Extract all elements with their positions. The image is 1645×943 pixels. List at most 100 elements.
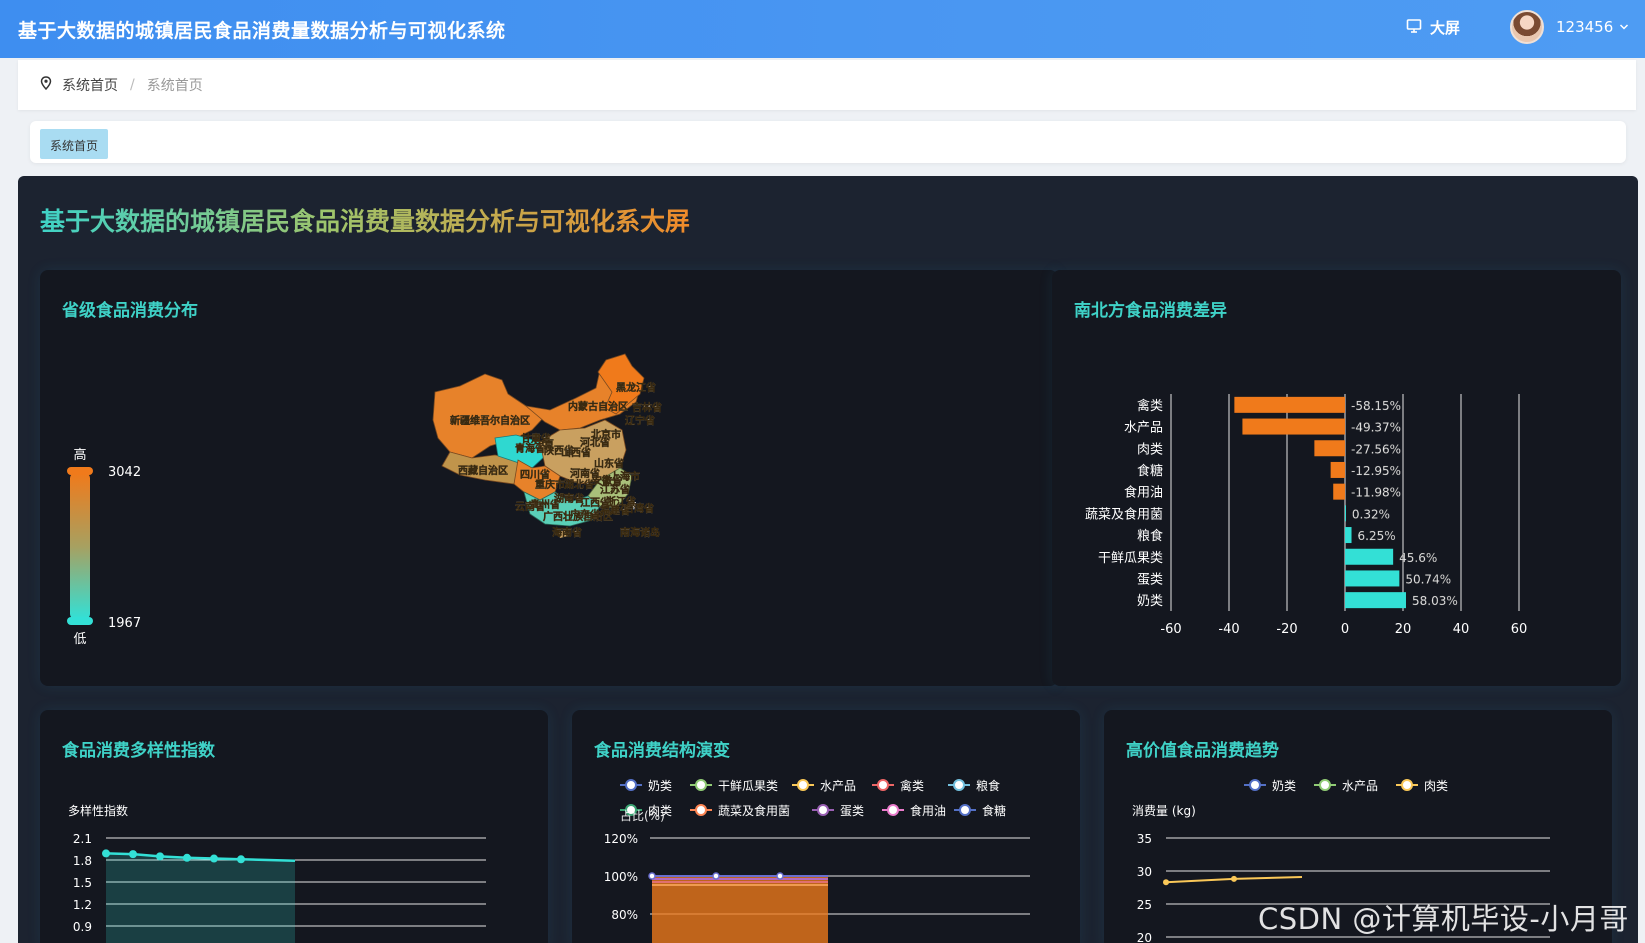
area-fill <box>106 853 295 943</box>
x-tick-label: -60 <box>1160 622 1181 637</box>
y-tick-label: 1.2 <box>73 898 92 912</box>
legend-label: 奶类 <box>648 779 672 793</box>
legend-marker <box>877 779 889 791</box>
app-title: 基于大数据的城镇居民食品消费量数据分析与可视化系统 <box>18 20 506 42</box>
x-tick-label: -20 <box>1276 622 1297 637</box>
structure-chart[interactable]: 奶类 干鲜瓜果类 水产品 禽类 粮食肉类 蔬菜及食用菌 蛋类 食用油 食糖占比(%)120%10… <box>572 710 1080 943</box>
diversity-panel: 食品消费多样性指数 多样性指数 2.1 1.8 1.5 1.2 0.9 <box>40 710 548 943</box>
legend-marker <box>625 779 637 791</box>
tab-home[interactable]: 系统首页 <box>40 129 109 159</box>
bigscreen-button[interactable]: 大屏 <box>1406 17 1460 38</box>
bigscreen-label: 大屏 <box>1430 19 1461 37</box>
north-south-panel: 南北方食品消费差异 -60 -40 -20 0 20 40 60 禽类 -58.15% 水产品 -4… <box>1052 270 1621 686</box>
data-point <box>237 855 245 864</box>
map-label: 吉林省 <box>632 401 662 414</box>
visual-map-handle-top[interactable] <box>67 467 93 475</box>
data-point <box>776 872 784 880</box>
data-point <box>1163 879 1169 886</box>
data-label: -58.15% <box>1351 399 1401 413</box>
y-tick-label: 20 <box>1137 931 1152 943</box>
breadcrumb: 系统首页 / 系统首页 <box>18 60 1636 110</box>
y-tick-label: 35 <box>1137 832 1152 846</box>
map-label: 云南省 <box>515 500 545 513</box>
legend-label: 禽类 <box>900 778 924 793</box>
breadcrumb-separator: / <box>130 77 135 93</box>
legend-marker <box>817 804 829 816</box>
bar <box>1330 461 1345 478</box>
bar <box>1345 592 1406 609</box>
monitor-icon <box>1406 18 1422 38</box>
bar <box>1345 505 1346 522</box>
data-point <box>648 872 656 880</box>
bar <box>1345 570 1400 587</box>
legend-label: 水产品 <box>1342 779 1378 793</box>
area-fill <box>652 876 828 943</box>
legend-marker <box>959 804 971 816</box>
map-label: 重庆市 <box>535 478 565 491</box>
legend-label: 蛋类 <box>840 804 864 818</box>
breadcrumb-home[interactable]: 系统首页 <box>62 75 118 95</box>
chevron-down-icon <box>1619 18 1629 36</box>
y-tick-label: 粮食 <box>1137 528 1163 544</box>
data-label: -27.56% <box>1351 442 1401 456</box>
legend-label: 粮食 <box>976 778 1000 793</box>
map-label: 广东省 <box>570 508 600 521</box>
visual-map-bar[interactable] <box>70 473 90 619</box>
legend-marker <box>695 804 707 816</box>
legend-marker <box>1249 779 1261 791</box>
diversity-chart[interactable]: 多样性指数 2.1 1.8 1.5 1.2 0.9 <box>40 710 548 943</box>
breadcrumb-current: 系统首页 <box>146 78 203 94</box>
map-label: 北京市 <box>591 428 621 441</box>
north-south-chart[interactable]: -60 -40 -20 0 20 40 60 禽类 -58.15% 水产品 -49.37% 肉类 -27… <box>1052 270 1621 686</box>
bar <box>1333 483 1345 500</box>
y-tick-label: 奶类 <box>1137 594 1163 609</box>
map-label: 辽宁省 <box>625 414 655 427</box>
legend-marker <box>797 779 809 791</box>
map-label: 西藏自治区 <box>458 464 508 477</box>
y-tick-label: 食糖 <box>1137 463 1163 479</box>
data-point <box>102 849 110 858</box>
y-tick-label: 蔬菜及食用菌 <box>1085 506 1163 522</box>
y-axis-title: 占比(%) <box>620 808 665 823</box>
username: 123456 <box>1556 18 1614 36</box>
dashboard-screen: 基于大数据的城镇居民食品消费量数据分析与可视化系大屏 省级食品消费分布 高 30… <box>18 176 1638 943</box>
y-tick-label: 食用油 <box>1124 485 1163 501</box>
x-tick-label: -40 <box>1218 622 1239 637</box>
map-panel: 省级食品消费分布 高 3042 1967 低 黑龙江省 吉林省 辽宁省 内蒙古自… <box>40 270 1058 686</box>
bar <box>1242 418 1345 435</box>
visual-map-handle-bottom[interactable] <box>67 617 93 625</box>
legend-label: 蔬菜及食用菌 <box>718 803 790 818</box>
legend-label: 食用油 <box>910 803 946 818</box>
legend-label: 干鲜瓜果类 <box>718 779 778 793</box>
y-tick-label: 蛋类 <box>1137 572 1163 587</box>
map-label: 黑龙江省 <box>616 381 656 394</box>
legend-marker <box>953 779 965 791</box>
user-menu[interactable]: 123456 <box>1556 18 1629 36</box>
legend-max: 3042 <box>108 465 141 480</box>
legend-label: 水产品 <box>820 779 856 793</box>
data-point <box>712 872 720 880</box>
map-label: 台湾省 <box>624 502 654 515</box>
legend-low-label: 低 <box>73 632 86 647</box>
y-tick-label: 120% <box>604 832 638 846</box>
x-tick-label: 0 <box>1341 622 1349 637</box>
y-tick-label: 25 <box>1137 898 1152 912</box>
data-label: -12.95% <box>1351 464 1401 478</box>
legend-marker <box>1319 779 1331 791</box>
avatar[interactable] <box>1510 10 1544 44</box>
y-tick-label: 100% <box>604 870 638 884</box>
data-point <box>210 854 218 863</box>
y-axis-title: 消费量 (kg) <box>1132 804 1196 818</box>
legend-label: 奶类 <box>1272 779 1296 793</box>
data-point <box>156 852 164 861</box>
data-point <box>183 853 191 862</box>
y-tick-label: 2.1 <box>73 832 92 846</box>
legend-label: 食糖 <box>982 803 1006 818</box>
y-tick-label: 1.5 <box>73 876 92 890</box>
map-label: 上海市 <box>610 470 640 483</box>
y-tick-label: 肉类 <box>1137 442 1163 457</box>
x-tick-label: 40 <box>1453 622 1470 637</box>
data-point <box>129 850 137 859</box>
china-map[interactable]: 高 3042 1967 低 黑龙江省吉林省辽宁省内蒙古自治区新疆维吾尔自治区甘肃… <box>40 270 1058 686</box>
y-tick-label: 30 <box>1137 865 1152 879</box>
